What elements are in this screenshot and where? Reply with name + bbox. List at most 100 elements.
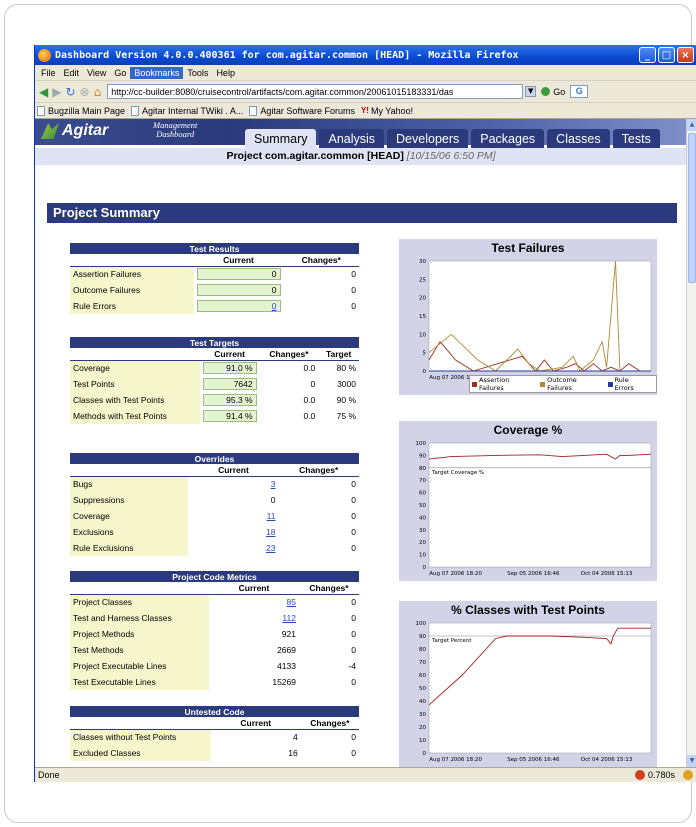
- menu-file[interactable]: File: [37, 67, 60, 79]
- current-value-link[interactable]: 3: [271, 479, 276, 489]
- logo-text: Agitar: [62, 122, 109, 139]
- address-bar[interactable]: http://cc-builder:8080/cruisecontrol/art…: [107, 84, 524, 99]
- change-value: 0: [310, 379, 316, 389]
- menu-help[interactable]: Help: [212, 67, 239, 79]
- page-icon: [249, 105, 258, 116]
- table-row: Outcome Failures 0 0: [70, 282, 359, 298]
- go-button[interactable]: Go: [541, 87, 565, 97]
- vertical-scrollbar[interactable]: ▲ ▼: [686, 119, 696, 767]
- tab-classes[interactable]: Classes: [547, 129, 610, 149]
- current-value-link[interactable]: 11: [267, 511, 276, 521]
- project-date: [10/15/06 6:50 PM]: [406, 150, 496, 162]
- addon-icon[interactable]: [683, 770, 693, 780]
- bookmark-yahoo[interactable]: Y! My Yahoo!: [361, 106, 413, 116]
- firebug-icon[interactable]: [634, 770, 645, 780]
- table-row: Test and Harness Classes 112 0: [70, 610, 359, 626]
- current-value-link[interactable]: 0: [272, 301, 277, 311]
- scroll-down-icon[interactable]: ▼: [687, 755, 696, 767]
- y-tick-label: 30: [419, 528, 426, 534]
- home-icon[interactable]: ⌂: [94, 86, 102, 98]
- row-label: Classes without Test Points: [70, 729, 211, 745]
- row-label: Rule Errors: [70, 298, 194, 314]
- maximize-button[interactable]: □: [658, 47, 675, 63]
- scroll-up-icon[interactable]: ▲: [687, 119, 696, 131]
- reload-icon[interactable]: ↻: [65, 86, 75, 98]
- menu-bar: File Edit View Go Bookmarks Tools Help: [35, 65, 696, 81]
- back-icon[interactable]: ◀: [39, 86, 48, 98]
- table-row: Project Methods 921 0: [70, 626, 359, 642]
- x-tick-label: Aug 07 2006 18:20: [429, 757, 482, 763]
- table-row: Classes with Test Points 95.3 % 0.0 90 %: [70, 392, 359, 408]
- go-icon: [541, 87, 551, 96]
- scroll-thumb[interactable]: [688, 133, 696, 283]
- row-label: Coverage: [70, 508, 189, 524]
- current-value-link[interactable]: 112: [282, 613, 296, 623]
- table-caption: Project Code Metrics: [70, 571, 359, 582]
- current-value: 7642: [202, 378, 257, 390]
- menu-bookmarks[interactable]: Bookmarks: [130, 66, 184, 79]
- legend-label: Outcome Failures: [547, 376, 577, 392]
- plot-area: [428, 442, 652, 568]
- bookmark-twiki[interactable]: Agitar Internal TWiki . A...: [131, 105, 243, 116]
- table-row: Coverage 91.0 % 0.0 80 %: [70, 360, 359, 376]
- legend-label: Assertion Failures: [479, 376, 510, 392]
- bookmark-label: My Yahoo!: [370, 105, 414, 116]
- x-tick-label: Sep 05 2006 16:46: [507, 571, 560, 577]
- current-value: 2669: [208, 642, 299, 658]
- navigation-toolbar: ◀ ▶ ↻ ⊗ ⌂ http://cc-builder:8080/cruisec…: [35, 81, 696, 103]
- legend-item: Assertion Failures: [472, 376, 536, 392]
- change-value: 0: [351, 527, 356, 537]
- table-row: Assertion Failures 0 0: [70, 266, 359, 282]
- tab-analysis[interactable]: Analysis: [319, 129, 385, 149]
- tab-packages[interactable]: Packages: [471, 129, 545, 149]
- column-header: Changes*: [283, 254, 359, 267]
- stop-icon[interactable]: ⊗: [80, 86, 90, 98]
- untested-code-table: Untested Code Current Changes* Classes wi…: [70, 706, 359, 761]
- table-row: Methods with Test Points 91.4 % 0.0 75 %: [70, 408, 359, 424]
- menu-view[interactable]: View: [83, 67, 110, 79]
- bookmark-forums[interactable]: Agitar Software Forums: [249, 105, 355, 116]
- current-value-link[interactable]: 85: [287, 597, 296, 607]
- y-tick-label: 20: [419, 540, 426, 546]
- x-tick-label: Oct 04 2006 15:13: [581, 571, 633, 577]
- row-label: Methods with Test Points: [70, 408, 200, 424]
- y-tick-label: 30: [419, 712, 426, 718]
- chart-plot: 0 10 20 30 40 50 60 70 80 90 100 Aug 07 2006 18:20 S…: [416, 441, 652, 577]
- y-tick-label: 40: [419, 699, 426, 705]
- table-row: Project Classes 85 0: [70, 594, 359, 610]
- current-value: 0: [196, 284, 281, 296]
- legend-swatch: [540, 381, 546, 387]
- firefox-icon: [38, 48, 51, 62]
- column-header: Changes*: [298, 582, 359, 595]
- tab-tests[interactable]: Tests: [612, 129, 660, 149]
- target-value: 80 %: [336, 363, 356, 374]
- current-value-link[interactable]: 23: [266, 543, 275, 553]
- legend-label: Rule Errors: [614, 376, 634, 392]
- table-row: Rule Exclusions 23 0: [70, 540, 359, 556]
- minimize-button[interactable]: _: [639, 47, 656, 63]
- search-box[interactable]: G: [570, 85, 589, 98]
- change-value: 0: [351, 269, 356, 280]
- logo-icon: [41, 123, 59, 139]
- table-row: Bugs 3 0: [70, 476, 359, 492]
- go-label: Go: [553, 86, 566, 97]
- change-value: -4: [348, 661, 356, 671]
- y-tick-label: 0: [423, 565, 427, 571]
- column-header: Changes*: [259, 348, 319, 361]
- current-value-link[interactable]: 18: [266, 527, 275, 537]
- close-button[interactable]: ×: [677, 47, 694, 63]
- menu-go[interactable]: Go: [110, 67, 130, 79]
- address-dropdown-icon[interactable]: ▼: [525, 86, 537, 97]
- tab-summary[interactable]: Summary: [245, 129, 317, 149]
- change-value: 0: [351, 543, 356, 553]
- tab-developers[interactable]: Developers: [387, 129, 469, 149]
- menu-edit[interactable]: Edit: [60, 67, 84, 79]
- table-caption: Untested Code: [70, 706, 359, 717]
- row-label: Classes with Test Points: [70, 392, 200, 408]
- table-row: Test Executable Lines 15269 0: [70, 674, 359, 690]
- menu-tools[interactable]: Tools: [183, 67, 212, 79]
- bookmark-bugzilla[interactable]: Bugzilla Main Page: [37, 105, 125, 116]
- column-header: Current: [188, 464, 279, 477]
- forward-icon[interactable]: ▶: [52, 86, 61, 98]
- column-header: Target: [318, 348, 359, 361]
